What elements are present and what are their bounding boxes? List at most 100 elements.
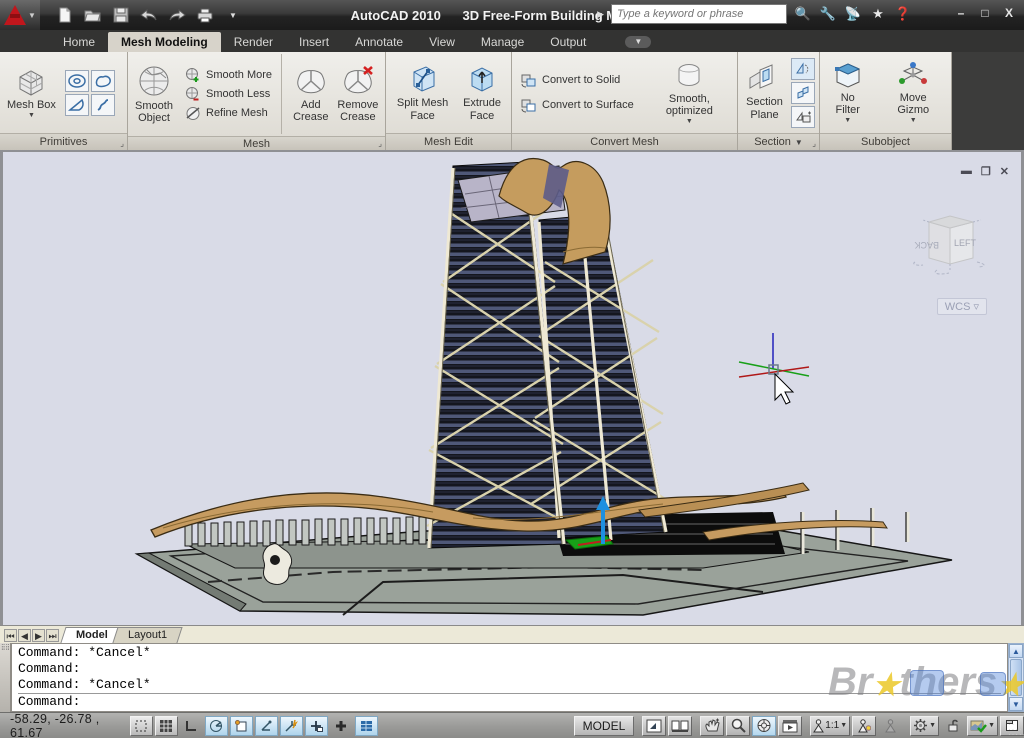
command-prompt[interactable]: Command: <box>18 693 1001 710</box>
mesh-freeform-button[interactable] <box>91 70 115 92</box>
model-space-button[interactable]: MODEL <box>574 716 635 736</box>
tab-view[interactable]: View <box>416 32 468 52</box>
move-gizmo-button[interactable]: Move Gizmo ▼ <box>879 58 947 127</box>
toolbar-lock-button[interactable] <box>941 716 965 736</box>
coordinates-display[interactable]: -58.29, -26.78 , 61.67 <box>0 712 116 738</box>
tab-home[interactable]: Home <box>50 32 108 52</box>
tab-insert[interactable]: Insert <box>286 32 342 52</box>
convert-to-surface-button[interactable]: Convert to Surface <box>518 97 636 114</box>
live-section-button[interactable] <box>791 58 815 80</box>
scroll-up-icon[interactable]: ▲ <box>1009 644 1023 658</box>
panel-label-mesh[interactable]: Mesh ⌟ <box>128 136 385 150</box>
split-mesh-face-button[interactable]: Split Mesh Face <box>390 61 455 123</box>
panel-launcher-icon[interactable]: ⌟ <box>378 139 382 148</box>
last-tab-button[interactable]: ⏭ <box>46 629 59 642</box>
status-tray-button[interactable]: ▼ <box>967 716 998 736</box>
zoom-button[interactable] <box>726 716 750 736</box>
annotation-visibility-button[interactable] <box>852 716 876 736</box>
mesh-box-button[interactable]: Mesh Box ▼ <box>4 63 59 122</box>
smooth-optimized-button[interactable]: Smooth, optimized ▼ <box>646 57 733 128</box>
smooth-object-button[interactable]: Smooth Object <box>132 62 176 126</box>
next-tab-button[interactable]: ▶ <box>32 629 45 642</box>
panel-label-primitives[interactable]: Primitives ⌟ <box>0 133 127 150</box>
doc-restore-button[interactable]: ❐ <box>981 165 991 178</box>
viewcube[interactable]: BACK LEFT <box>907 200 993 291</box>
ortho-toggle[interactable] <box>180 716 203 736</box>
add-jog-button[interactable] <box>791 82 815 104</box>
wcs-menu[interactable]: WCS ▿ <box>937 298 987 315</box>
workspace-switching-button[interactable]: ▼ <box>910 716 939 736</box>
smooth-less-button[interactable]: Smooth Less <box>182 86 274 103</box>
resize-grip[interactable]: ············ <box>1008 722 1022 736</box>
panel-label-mesh-edit[interactable]: Mesh Edit <box>386 133 511 150</box>
extrude-face-button[interactable]: Extrude Face <box>457 61 507 123</box>
showmotion-button[interactable] <box>778 716 802 736</box>
tab-manage[interactable]: Manage <box>468 32 537 52</box>
panel-label-section[interactable]: Section ▼ ⌟ <box>738 133 819 150</box>
panel-label-subobject[interactable]: Subobject <box>820 133 951 150</box>
save-button[interactable] <box>110 5 132 25</box>
remove-crease-button[interactable]: Remove Crease <box>335 63 381 125</box>
command-scrollbar[interactable]: ▲ ▼ <box>1008 643 1024 712</box>
minimize-button[interactable]: – <box>954 6 968 20</box>
new-file-button[interactable] <box>54 5 76 25</box>
panel-label-convert-mesh[interactable]: Convert Mesh <box>512 133 737 150</box>
smooth-more-button[interactable]: Smooth More <box>182 67 274 84</box>
layout-tabs-button[interactable] <box>668 716 692 736</box>
infocenter-collapse-icon[interactable]: ▶ <box>597 9 604 20</box>
convert-to-solid-button[interactable]: Convert to Solid <box>518 72 636 89</box>
tab-render[interactable]: Render <box>221 32 286 52</box>
close-button[interactable]: X <box>1002 6 1016 20</box>
redo-button[interactable] <box>166 5 188 25</box>
ribbon-minimize-button[interactable]: ▼ <box>625 36 651 48</box>
model-viewport[interactable]: ▬ ❐ ✕ BACK LEFT WCS ▿ <box>3 152 1021 625</box>
mesh-torus-button[interactable] <box>65 70 89 92</box>
tab-mesh-modeling[interactable]: Mesh Modeling <box>108 32 221 52</box>
favorites-star-icon[interactable]: ★ <box>869 6 887 22</box>
autoscale-button[interactable] <box>878 716 902 736</box>
mesh-swept-button[interactable] <box>91 94 115 116</box>
search-icon[interactable]: 🔍 <box>794 6 812 22</box>
panel-launcher-icon[interactable]: ⌟ <box>120 139 124 148</box>
open-file-button[interactable] <box>82 5 104 25</box>
mesh-wedge-button[interactable] <box>65 94 89 116</box>
undo-button[interactable] <box>138 5 160 25</box>
grid-toggle[interactable] <box>155 716 178 736</box>
prev-tab-button[interactable]: ◀ <box>18 629 31 642</box>
panel-launcher-icon[interactable]: ⌟ <box>812 139 816 148</box>
annotation-scale-button[interactable]: 1:1 ▼ <box>810 716 850 736</box>
doc-close-button[interactable]: ✕ <box>1000 165 1009 178</box>
doc-minimize-button[interactable]: ▬ <box>961 165 972 178</box>
layout1-tab[interactable]: Layout1 <box>112 627 182 643</box>
plot-button[interactable] <box>194 5 216 25</box>
tab-output[interactable]: Output <box>537 32 599 52</box>
command-history[interactable]: Command: *Cancel* Command: Command: *Can… <box>11 643 1008 712</box>
otrack-toggle[interactable] <box>255 716 278 736</box>
ducs-toggle[interactable] <box>280 716 303 736</box>
no-filter-button[interactable]: No Filter ▼ <box>824 58 871 127</box>
osnap-toggle[interactable] <box>230 716 253 736</box>
search-input[interactable] <box>611 4 787 24</box>
application-menu-button[interactable]: ▼ <box>0 0 40 30</box>
lwt-toggle[interactable] <box>330 716 353 736</box>
qp-toggle[interactable] <box>355 716 378 736</box>
tab-annotate[interactable]: Annotate <box>342 32 416 52</box>
scroll-down-icon[interactable]: ▼ <box>1009 697 1023 711</box>
pan-button[interactable] <box>700 716 724 736</box>
add-crease-button[interactable]: Add Crease <box>289 63 333 125</box>
maximize-button[interactable]: □ <box>978 6 992 20</box>
model-layout-button[interactable] <box>642 716 666 736</box>
refine-mesh-button[interactable]: Refine Mesh <box>182 105 274 122</box>
help-icon[interactable]: ❓ <box>894 6 912 22</box>
dyn-toggle[interactable] <box>305 716 328 736</box>
section-plane-button[interactable]: Section Plane <box>742 62 787 122</box>
first-tab-button[interactable]: ⏮ <box>4 629 17 642</box>
generate-section-button[interactable] <box>791 106 815 128</box>
command-window-grip[interactable] <box>0 643 11 712</box>
polar-toggle[interactable] <box>205 716 228 736</box>
subscription-wrench-icon[interactable]: 🔧 <box>819 6 837 22</box>
communication-center-icon[interactable]: 📡 <box>844 6 862 22</box>
qat-dropdown-button[interactable]: ▼ <box>222 5 244 25</box>
snap-toggle[interactable] <box>130 716 153 736</box>
scrollbar-thumb[interactable] <box>1010 659 1022 696</box>
